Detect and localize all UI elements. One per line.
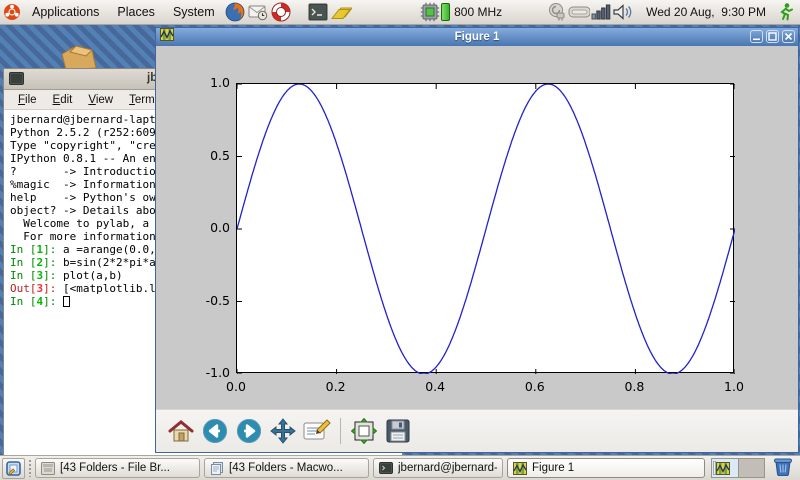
- firefox-icon[interactable]: [225, 2, 246, 23]
- cpu-chip-icon[interactable]: [419, 2, 441, 22]
- taskbar-button-label: Figure 1: [532, 462, 574, 474]
- taskbar-button[interactable]: jbernard@jbernard-l...: [373, 458, 503, 478]
- back-button[interactable]: [198, 416, 232, 446]
- plot-svg: [237, 84, 735, 374]
- help-lifebuoy-icon[interactable]: [271, 2, 292, 23]
- notes-launcher-icon[interactable]: [331, 2, 352, 23]
- home-button[interactable]: [164, 416, 198, 446]
- maximize-button[interactable]: [766, 30, 779, 43]
- close-button[interactable]: [782, 30, 795, 43]
- figure-window: Figure 1 1.0 0.5 0.0 -0.5 -1.0 0.0 0.2 0.4 0.6 0…: [155, 27, 799, 453]
- y-tick-label: -1.0: [184, 365, 230, 380]
- workspace-1[interactable]: [712, 459, 739, 477]
- figure-title: Figure 1: [156, 31, 798, 43]
- matplotlib-window-icon: [160, 28, 174, 46]
- taskbar-window-buttons: [43 Folders - File Br... [43 Folders - Ma…: [35, 458, 709, 478]
- matplotlib-toolbar: [156, 409, 798, 452]
- menu-places[interactable]: Places: [108, 0, 164, 25]
- document-icon: [210, 462, 224, 475]
- matplotlib-icon: [513, 462, 527, 475]
- cpu-frequency-bar[interactable]: [441, 3, 450, 21]
- save-button[interactable]: [381, 416, 415, 446]
- zoom-rect-button[interactable]: [300, 416, 334, 446]
- drive-icon[interactable]: [568, 2, 590, 22]
- taskbar-button-label: [43 Folders - Macwo...: [229, 462, 343, 474]
- taskbar: [43 Folders - File Br... [43 Folders - Ma…: [0, 455, 800, 480]
- figure-titlebar[interactable]: Figure 1: [156, 28, 798, 46]
- terminal-cursor[interactable]: [63, 296, 70, 307]
- workspace-mini-figure: [716, 462, 730, 480]
- terminal-menu-file[interactable]: File: [10, 94, 45, 106]
- menu-applications[interactable]: Applications: [23, 0, 108, 25]
- mail-icon[interactable]: [248, 2, 269, 23]
- file-browser-icon: [41, 462, 55, 475]
- minimize-button[interactable]: [750, 30, 763, 43]
- workspace-switcher: [711, 458, 765, 478]
- volume-icon[interactable]: [612, 2, 634, 22]
- x-tick-label: 0.6: [517, 379, 553, 394]
- taskbar-button-label: [43 Folders - File Br...: [60, 462, 170, 474]
- x-tick-label: 0.0: [218, 379, 254, 394]
- menu-system[interactable]: System: [164, 0, 224, 25]
- cpu-frequency-label[interactable]: 800 MHz: [454, 5, 502, 19]
- logout-runner-icon[interactable]: [774, 2, 796, 22]
- x-tick-label: 0.4: [417, 379, 453, 394]
- forward-button[interactable]: [232, 416, 266, 446]
- trash-icon[interactable]: [772, 455, 794, 480]
- terminal-menu-view[interactable]: View: [80, 94, 121, 106]
- taskbar-button[interactable]: [43 Folders - Macwo...: [204, 458, 369, 478]
- plot-area[interactable]: [236, 83, 734, 373]
- show-desktop-button[interactable]: [2, 458, 25, 479]
- y-tick-label: 1.0: [184, 75, 230, 90]
- desktop: Applications Places System 800 MHz: [0, 0, 800, 480]
- x-tick-label: 0.2: [318, 379, 354, 394]
- network-signal-icon[interactable]: [590, 2, 612, 22]
- distro-logo-icon[interactable]: [1, 2, 22, 23]
- taskbar-button[interactable]: [43 Folders - File Br...: [35, 458, 200, 478]
- x-tick-label: 1.0: [716, 379, 752, 394]
- toolbar-separator: [340, 418, 341, 444]
- workspace-2[interactable]: [739, 459, 765, 477]
- y-tick-label: -0.5: [184, 293, 230, 308]
- terminal-launcher-icon[interactable]: [308, 2, 329, 23]
- terminal-menu-edit[interactable]: Edit: [45, 94, 81, 106]
- taskbar-button-label: jbernard@jbernard-l...: [398, 462, 497, 474]
- taskbar-button[interactable]: Figure 1: [507, 458, 705, 478]
- terminal-window-icon: [9, 72, 24, 91]
- terminal-icon: [379, 462, 393, 474]
- top-panel: Applications Places System 800 MHz: [0, 0, 800, 25]
- power-manager-icon[interactable]: [546, 2, 568, 22]
- pan-button[interactable]: [266, 416, 300, 446]
- figure-canvas: 1.0 0.5 0.0 -0.5 -1.0 0.0 0.2 0.4 0.6 0.8 1.0: [156, 46, 798, 409]
- taskbar-separator[interactable]: [28, 459, 32, 477]
- configure-subplots-button[interactable]: [347, 416, 381, 446]
- y-tick-label: 0.5: [184, 148, 230, 163]
- clock[interactable]: Wed 20 Aug, 9:30 PM: [646, 5, 766, 19]
- x-tick-label: 0.8: [616, 379, 652, 394]
- y-tick-label: 0.0: [184, 220, 230, 235]
